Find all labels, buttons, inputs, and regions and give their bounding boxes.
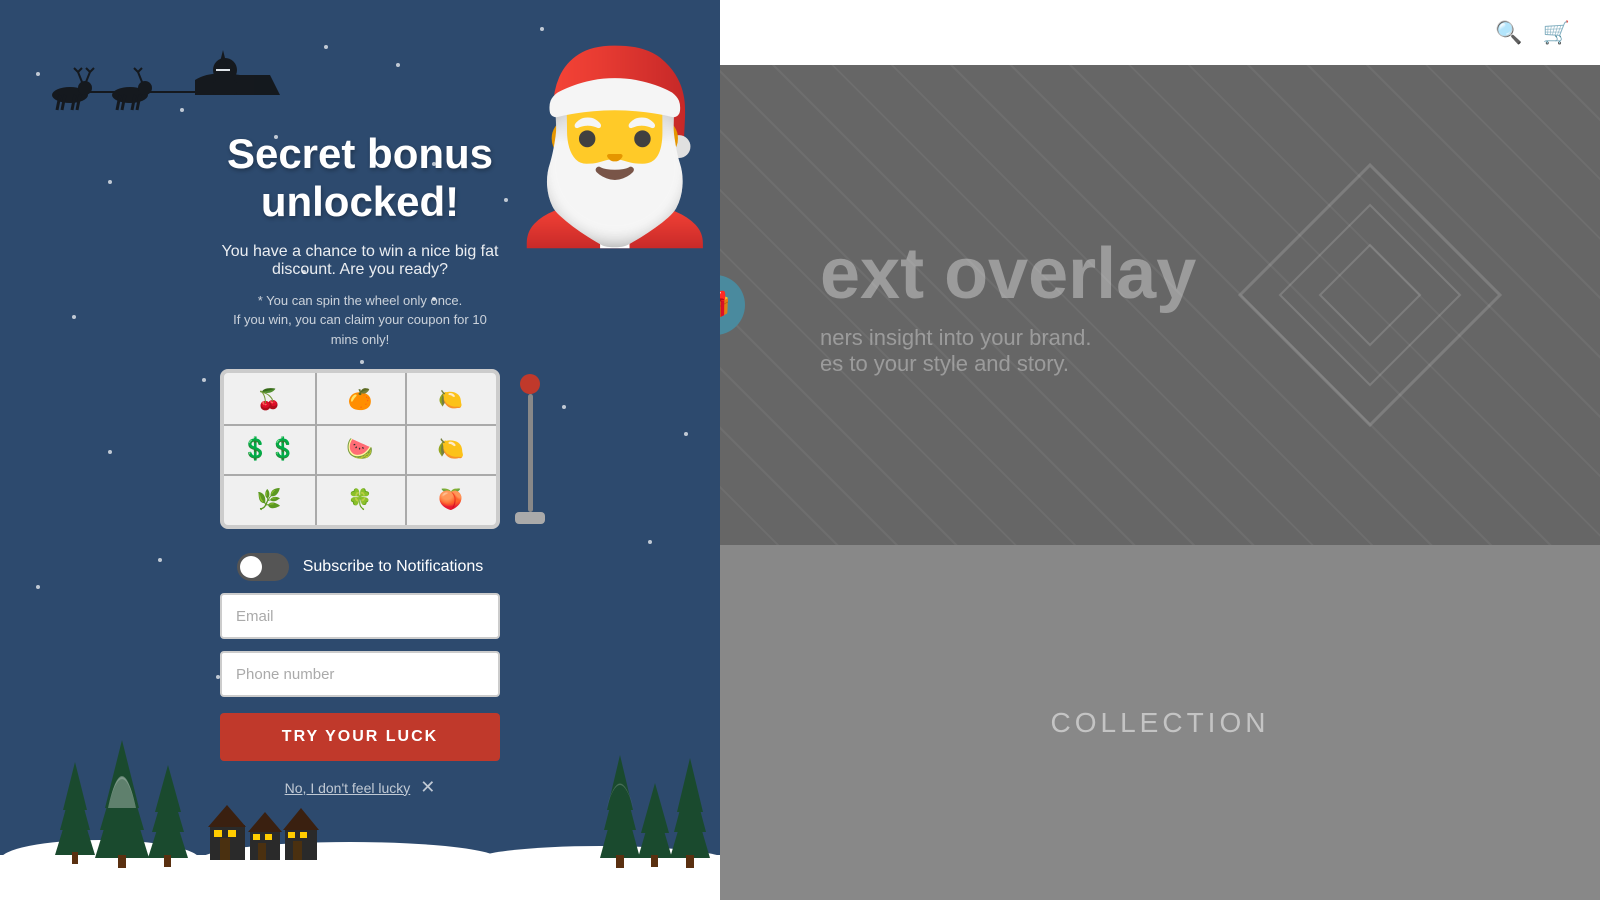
slot-col-3: 🍋 🍋 🍑 [405, 369, 496, 529]
santa-sleigh-silhouette [30, 20, 310, 130]
slot-cell: 🍒 [227, 374, 312, 424]
slot-col-2: 🍊 🍉 🍀 [315, 369, 406, 529]
slot-cell: 🍑 [408, 474, 493, 524]
lever-ball [520, 374, 540, 394]
phone-input[interactable] [220, 651, 500, 697]
popup-description: You have a chance to win a nice big fatd… [222, 243, 499, 279]
hero-text: ext overlay ners insight into your brand… [820, 233, 1196, 377]
gift-button[interactable]: 🎁 [720, 275, 745, 335]
slot-lever[interactable] [515, 374, 545, 524]
collection-title: COLLECTION [1051, 707, 1270, 739]
slot-divider [224, 474, 496, 476]
hero-section: ext overlay ners insight into your brand… [720, 65, 1600, 545]
search-icon[interactable]: 🔍 [1495, 20, 1522, 46]
slot-divider [405, 373, 407, 525]
try-luck-button[interactable]: TRY YOUR LUCK [220, 713, 500, 761]
nav-icons: 🔍 🛒 [1495, 20, 1570, 46]
collection-section: COLLECTION [720, 545, 1600, 900]
email-input[interactable] [220, 593, 500, 639]
hero-sub1: ners insight into your brand. [820, 325, 1196, 351]
no-luck-row: No, I don't feel lucky ✕ [285, 777, 436, 798]
subscribe-toggle[interactable] [237, 553, 289, 581]
slot-frame: 🍒 💲💲 🌿 🍊 🍉 🍀 🍋 🍋 🍑 [220, 369, 500, 529]
slot-cell: 💲💲 [227, 424, 312, 474]
cart-icon[interactable]: 🛒 [1543, 20, 1570, 46]
popup-overlay: 🎅 Secret bonusunlocked! You have a chanc… [0, 0, 720, 900]
hero-sub2: es to your style and story. [820, 351, 1196, 377]
hero-title: ext overlay [820, 233, 1196, 315]
lever-stick [528, 394, 533, 512]
slot-row: 🍒 💲💲 🌿 🍊 🍉 🍀 🍋 🍋 🍑 [224, 369, 496, 529]
subscribe-row: Subscribe to Notifications [237, 553, 484, 581]
slot-divider [224, 424, 496, 426]
popup-title: Secret bonusunlocked! [227, 130, 493, 227]
toggle-knob [240, 556, 262, 578]
slot-cell: 🍀 [318, 474, 403, 524]
slot-cell: 🍋 [408, 424, 493, 474]
slot-col-1: 🍒 💲💲 🌿 [224, 369, 315, 529]
santa-character: 🎅 [500, 55, 720, 240]
slot-cell: 🌿 [227, 474, 312, 524]
popup-note: * You can spin the wheel only once. If y… [233, 291, 487, 350]
slot-machine: 🍒 💲💲 🌿 🍊 🍉 🍀 🍋 🍋 🍑 [220, 369, 500, 529]
no-luck-link[interactable]: No, I don't feel lucky [285, 780, 411, 796]
slot-cell: 🍉 [318, 424, 403, 474]
slot-cell: 🍊 [318, 374, 403, 424]
slot-cell: 🍋 [408, 374, 493, 424]
main-content: ext overlay ners insight into your brand… [720, 65, 1600, 900]
subscribe-label: Subscribe to Notifications [303, 558, 484, 576]
lever-base [515, 512, 545, 524]
slot-divider [315, 373, 317, 525]
close-button[interactable]: ✕ [420, 777, 435, 798]
